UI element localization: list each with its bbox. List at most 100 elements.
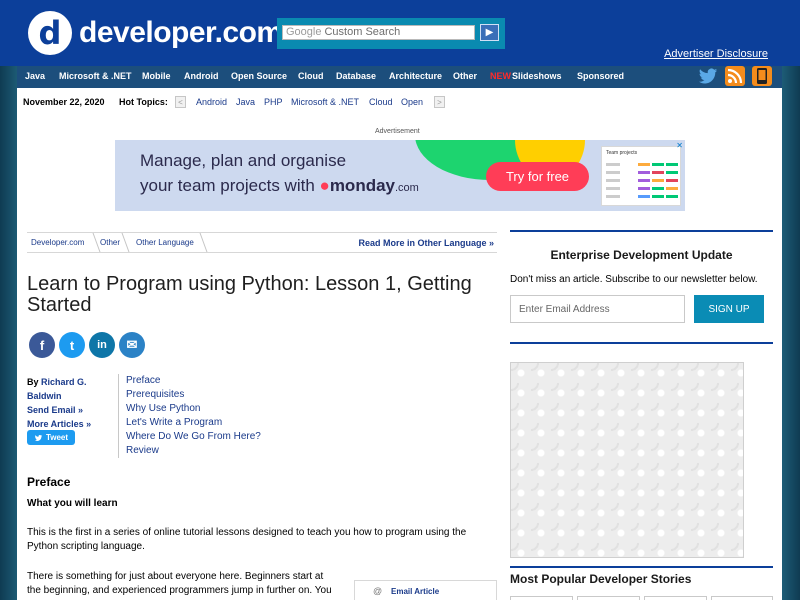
- section-heading-preface: Preface: [27, 475, 71, 489]
- paragraph-intro-line1: This is the first in a series of online …: [27, 527, 467, 538]
- advertiser-disclosure-link[interactable]: Advertiser Disclosure: [664, 48, 768, 60]
- linkedin-share-icon[interactable]: in: [89, 332, 115, 358]
- twitter-share-icon[interactable]: t: [59, 332, 85, 358]
- site-header: d developer.com Google Custom Search ▶ Ad…: [0, 0, 800, 66]
- most-popular-tab[interactable]: [510, 596, 573, 600]
- ad-close-icon[interactable]: ✕: [676, 141, 683, 150]
- nav-android[interactable]: Android: [184, 71, 219, 81]
- toc-review[interactable]: Review: [126, 444, 261, 458]
- site-logo[interactable]: d developer.com: [28, 10, 283, 56]
- search-box: Google Custom Search ▶: [277, 18, 505, 49]
- toc-where-do-we-go[interactable]: Where Do We Go From Here?: [126, 430, 261, 444]
- breadcrumb-developer-com[interactable]: Developer.com: [31, 238, 84, 247]
- rss-icon[interactable]: [725, 66, 745, 86]
- nav-database[interactable]: Database: [336, 71, 376, 81]
- twitter-bird-icon: [34, 434, 43, 441]
- ad-board-rows: [606, 163, 678, 198]
- paragraph-everyone-line2: the beginning, and experienced programme…: [27, 585, 332, 596]
- email-share-icon[interactable]: ✉: [119, 332, 145, 358]
- breadcrumb-other-language[interactable]: Other Language: [136, 238, 194, 247]
- current-date: November 22, 2020: [23, 97, 105, 107]
- search-placeholder: Custom Search: [324, 26, 401, 38]
- nav-microsoft-net[interactable]: Microsoft & .NET: [59, 71, 132, 81]
- tweet-button[interactable]: Tweet: [27, 430, 75, 445]
- author-by: By: [27, 377, 39, 387]
- nav-java[interactable]: Java: [25, 71, 45, 81]
- sidebar-rule: [510, 230, 773, 232]
- ad-try-button[interactable]: Try for free: [486, 162, 589, 191]
- hot-topic-microsoft-net[interactable]: Microsoft & .NET: [291, 97, 359, 107]
- logo-mark-letter: d: [38, 14, 62, 52]
- sidebar-rule: [510, 342, 773, 344]
- toc-preface[interactable]: Preface: [126, 374, 261, 388]
- twitter-icon[interactable]: [698, 66, 718, 86]
- article-title: Learn to Program using Python: Lesson 1,…: [27, 273, 472, 316]
- new-badge: NEW: [490, 71, 511, 81]
- chevron-right-icon: >: [437, 97, 442, 107]
- newsletter-email-input[interactable]: Enter Email Address: [510, 295, 685, 323]
- subheading-what-you-will-learn: What you will learn: [27, 498, 118, 509]
- nav-slideshows-label: Slideshows: [512, 71, 562, 81]
- hot-topics-prev-button[interactable]: <: [175, 96, 186, 108]
- most-popular-tab[interactable]: [644, 596, 707, 600]
- ad-board-preview: Team projects: [601, 146, 681, 206]
- envelope-glyph: ✉: [126, 337, 138, 352]
- search-button[interactable]: ▶: [480, 24, 499, 41]
- mobile-icon[interactable]: [752, 66, 772, 86]
- nav-open-source[interactable]: Open Source: [231, 71, 287, 81]
- search-brand: Google: [286, 26, 322, 38]
- most-popular-tab[interactable]: [577, 596, 640, 600]
- search-input[interactable]: Google Custom Search: [282, 25, 475, 40]
- breadcrumb-separator: [192, 233, 208, 252]
- hot-topics-next-button[interactable]: >: [434, 96, 445, 108]
- toc-why-use-python[interactable]: Why Use Python: [126, 402, 261, 416]
- email-article-box: @ Email Article: [354, 580, 497, 600]
- nav-cloud[interactable]: Cloud: [298, 71, 324, 81]
- most-popular-title: Most Popular Developer Stories: [510, 572, 692, 586]
- breadcrumb-separator: [85, 233, 101, 252]
- search-arrow-icon: ▶: [485, 27, 494, 38]
- toc-lets-write-a-program[interactable]: Let's Write a Program: [126, 416, 261, 430]
- linkedin-letters: in: [97, 339, 107, 351]
- monday-logo-icon: ●: [319, 176, 330, 195]
- ad-headline-line1: Manage, plan and organise: [140, 151, 347, 170]
- facebook-share-icon[interactable]: f: [29, 332, 55, 358]
- hot-topic-php[interactable]: PHP: [264, 97, 283, 107]
- newsletter-title: Enterprise Development Update: [550, 248, 733, 262]
- author-byline: By Richard G. Baldwin: [27, 375, 117, 403]
- hot-topic-android[interactable]: Android: [196, 97, 227, 107]
- nav-mobile[interactable]: Mobile: [142, 71, 171, 81]
- nav-other[interactable]: Other: [453, 71, 477, 81]
- main-nav: Java Microsoft & .NET Mobile Android Ope…: [17, 66, 782, 88]
- sidebar-rule: [510, 566, 773, 568]
- read-more-link[interactable]: Read More in Other Language »: [358, 238, 494, 248]
- hot-topics-label: Hot Topics:: [119, 97, 168, 107]
- at-sign-icon: @: [373, 586, 383, 596]
- ad-banner[interactable]: Manage, plan and organise your team proj…: [115, 140, 685, 211]
- most-popular-tab[interactable]: [711, 596, 773, 600]
- page-content: November 22, 2020 Hot Topics: < Android …: [17, 88, 782, 600]
- nav-architecture[interactable]: Architecture: [389, 71, 442, 81]
- sidebar-ad-placeholder: [510, 362, 744, 558]
- ad-brand-suffix: .com: [395, 182, 419, 194]
- tweet-label: Tweet: [45, 433, 69, 442]
- hot-topic-cloud[interactable]: Cloud: [369, 97, 393, 107]
- table-of-contents: Preface Prerequisites Why Use Python Let…: [118, 374, 261, 458]
- hot-topic-java[interactable]: Java: [236, 97, 255, 107]
- nav-slideshows[interactable]: NEWSlideshows: [490, 71, 562, 81]
- newsletter-signup-button[interactable]: SIGN UP: [694, 295, 764, 323]
- hot-topic-open[interactable]: Open: [401, 97, 423, 107]
- send-email-link[interactable]: Send Email »: [27, 403, 117, 417]
- paragraph-everyone-line1: There is something for just about everyo…: [27, 571, 324, 582]
- more-articles-link[interactable]: More Articles »: [27, 417, 117, 431]
- email-article-link[interactable]: Email Article: [391, 587, 439, 596]
- most-popular-tabs: [510, 596, 773, 600]
- ad-headline-line2: your team projects with ●monday.com: [140, 176, 419, 196]
- advertisement-label: Advertisement: [375, 128, 420, 135]
- toc-prerequisites[interactable]: Prerequisites: [126, 388, 261, 402]
- breadcrumb: Developer.com Other Other Language Read …: [27, 232, 497, 253]
- twitter-letter: t: [69, 337, 75, 353]
- chevron-left-icon: <: [178, 97, 183, 107]
- nav-sponsored[interactable]: Sponsored: [577, 71, 624, 81]
- author-info: By Richard G. Baldwin Send Email » More …: [27, 375, 117, 431]
